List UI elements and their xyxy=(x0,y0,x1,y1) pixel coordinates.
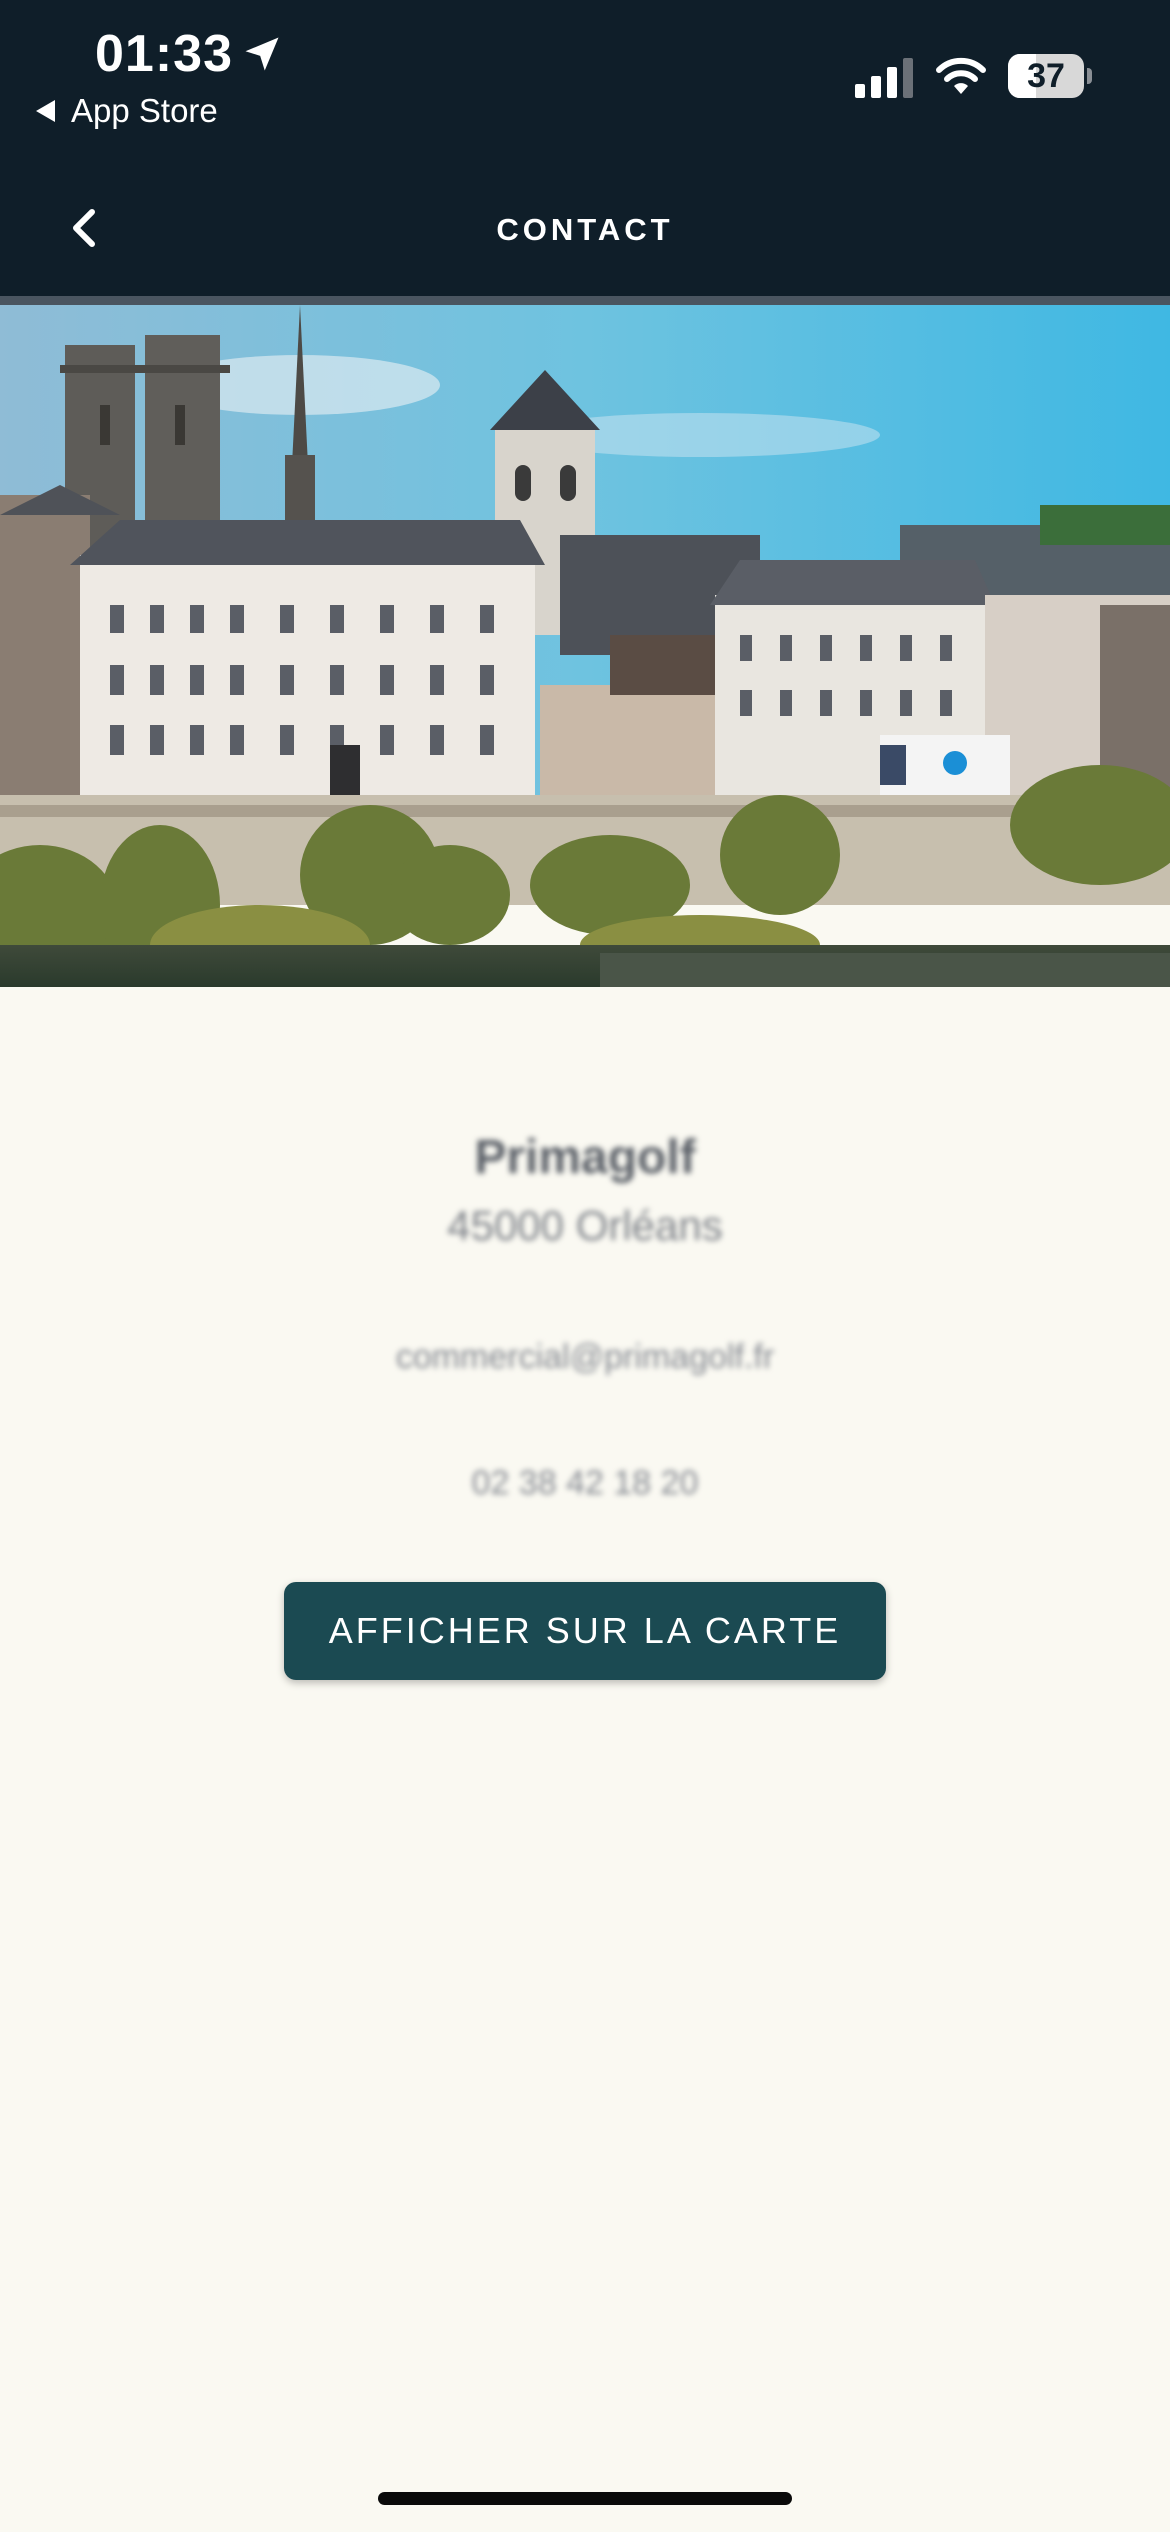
home-indicator[interactable] xyxy=(378,2492,792,2505)
battery-level: 37 xyxy=(1027,56,1065,95)
location-arrow-icon xyxy=(245,37,279,71)
back-app-label: App Store xyxy=(71,92,218,129)
phone-link[interactable]: 02 38 42 18 20 xyxy=(0,1464,1170,1503)
app-header: 01:33 App Store 37 CONTACT xyxy=(0,0,1170,296)
page-title: CONTACT xyxy=(496,212,674,247)
back-triangle-icon xyxy=(36,100,55,122)
battery-body: 37 xyxy=(1008,54,1084,98)
wifi-icon xyxy=(936,57,986,94)
header-divider xyxy=(0,296,1170,305)
show-on-map-button[interactable]: AFFICHER SUR LA CARTE xyxy=(284,1582,886,1680)
battery-icon: 37 xyxy=(1008,54,1092,98)
cellular-signal-icon xyxy=(855,58,913,98)
company-city: 45000 Orléans xyxy=(447,1202,723,1249)
status-time: 01:33 xyxy=(95,25,233,83)
battery-nub xyxy=(1087,68,1092,84)
city-riverside-illustration xyxy=(0,305,1170,987)
company-name: Primagolf xyxy=(474,1131,696,1184)
hero-image xyxy=(0,305,1170,987)
back-to-app-store[interactable]: App Store xyxy=(36,92,218,130)
email-link[interactable]: commercial@primagolf.fr xyxy=(0,1338,1170,1377)
